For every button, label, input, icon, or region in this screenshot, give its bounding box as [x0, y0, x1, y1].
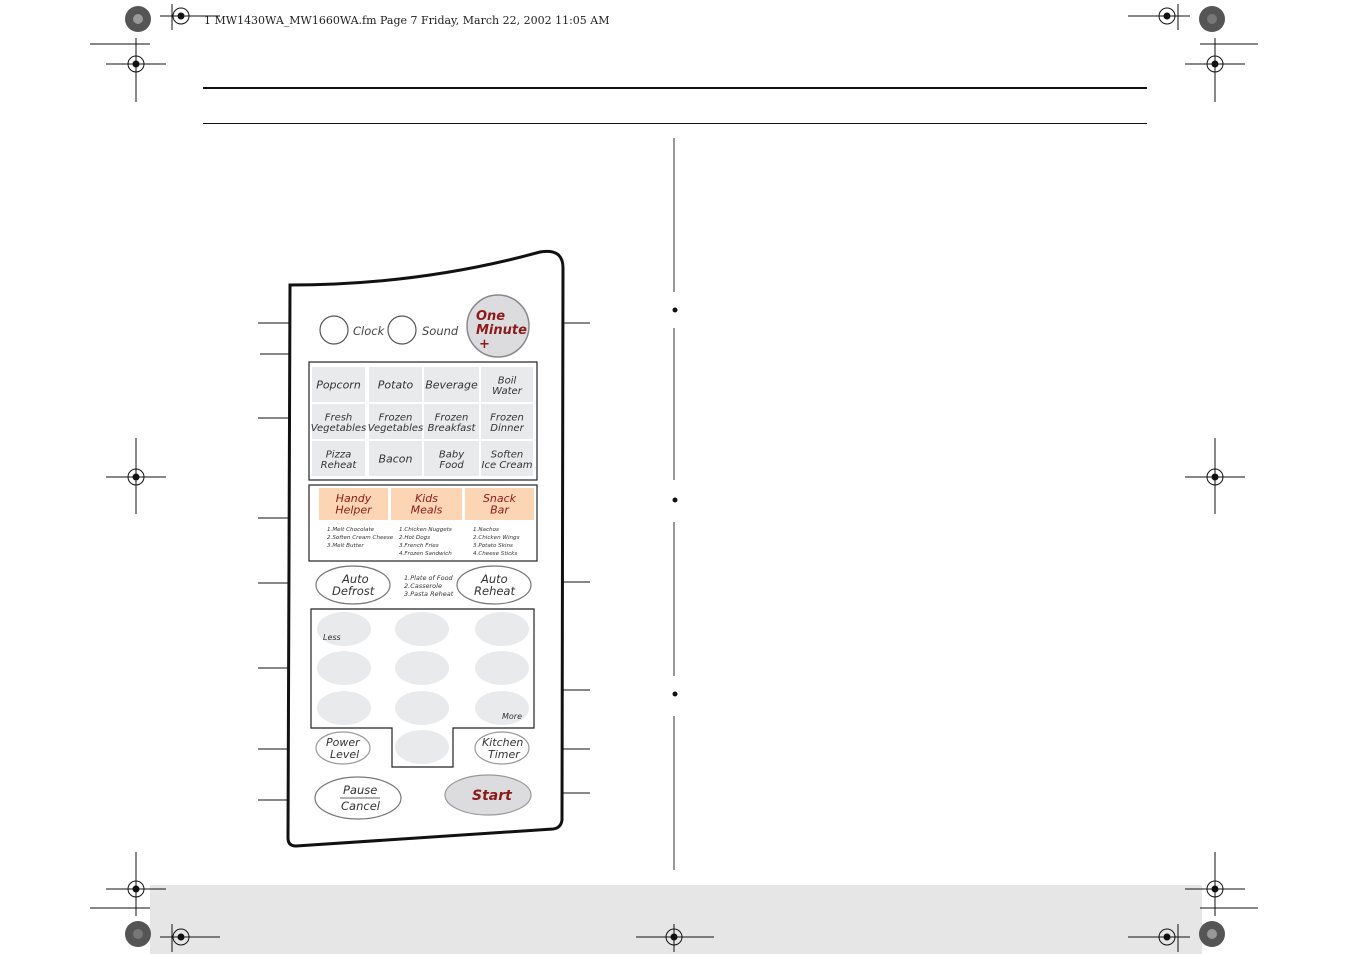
food-key-label: Bacon — [378, 453, 412, 466]
orange-button-label: Helper — [335, 504, 373, 517]
food-key-label: Soften — [491, 449, 523, 460]
food-key-label: Breakfast — [428, 423, 477, 434]
orange-button-item: 2.Hot Dogs — [399, 535, 430, 541]
less-label: Less — [323, 633, 341, 642]
orange-button-label: Meals — [411, 504, 443, 517]
food-key-label: Frozen — [435, 412, 469, 423]
orange-button-item: 3.French Fries — [399, 543, 439, 549]
number-key[interactable] — [475, 651, 529, 685]
number-key[interactable] — [317, 651, 371, 685]
orange-button-item: 2.Soften Cream Cheese — [327, 535, 394, 541]
orange-button-item: 3.Melt Butter — [327, 543, 364, 549]
more-label: More — [502, 712, 522, 721]
food-key-label: Frozen — [379, 412, 413, 423]
food-key-label: Potato — [378, 379, 414, 392]
orange-button-item: 1.Chicken Nuggets — [399, 527, 452, 533]
clock-button[interactable] — [319, 315, 349, 345]
food-key-label: Frozen — [490, 412, 524, 423]
kitchen-timer-label-2: Timer — [488, 748, 521, 761]
food-key-label: Fresh — [325, 412, 353, 423]
one-minute-label-2: Minute — [476, 323, 527, 338]
pause-label: Pause — [343, 783, 377, 797]
food-key-label: Food — [439, 460, 464, 471]
number-key[interactable] — [317, 691, 371, 725]
number-key[interactable] — [395, 651, 449, 685]
orange-button-item: 3.Potato Skins — [473, 543, 513, 549]
food-grid: Popcorn Potato Beverage BoilWaterFreshVeget… — [311, 367, 533, 476]
reheat-item-2: 2.Casserole — [404, 582, 442, 590]
orange-button-label: Bar — [490, 504, 510, 517]
food-key-label: Dinner — [490, 423, 524, 434]
orange-button-item: 2.Chicken Wings — [473, 535, 520, 541]
food-key-label: Popcorn — [316, 379, 361, 392]
number-key[interactable] — [395, 691, 449, 725]
food-key-label: Vegetables — [311, 423, 366, 434]
orange-button-item: 4.Frozen Sandwich — [399, 551, 452, 557]
orange-button-item: 1.Nachos — [473, 527, 499, 533]
food-key-label: Vegetables — [368, 423, 423, 434]
auto-defrost-label-2: Defrost — [332, 584, 375, 598]
number-key[interactable] — [475, 612, 529, 646]
food-key-label: Water — [492, 386, 523, 397]
food-key-label: Baby — [439, 449, 465, 460]
cancel-label: Cancel — [341, 799, 381, 813]
one-minute-label-3: + — [479, 337, 490, 352]
number-key[interactable] — [395, 612, 449, 646]
page-graphics: Clock Sound One Minute + Popcorn Potato Be… — [90, 4, 1258, 952]
column-divider — [672, 138, 678, 870]
clock-label: Clock — [353, 324, 386, 338]
reheat-item-1: 1.Plate of Food — [404, 574, 454, 582]
food-key-label: Reheat — [321, 460, 358, 471]
food-key-label: Ice Cream — [482, 460, 533, 471]
one-minute-label-1: One — [476, 309, 505, 324]
reheat-item-3: 3.Pasta Reheat — [404, 590, 454, 598]
sound-button[interactable] — [387, 315, 417, 345]
sound-label: Sound — [422, 324, 459, 338]
orange-button-item: 1.Melt Chocolate — [327, 527, 375, 533]
food-key-label: Pizza — [326, 449, 351, 460]
auto-reheat-label-2: Reheat — [474, 584, 515, 598]
food-key-label: Beverage — [425, 379, 478, 392]
food-key-label: Boil — [498, 375, 517, 386]
orange-button-item: 4.Cheese Sticks — [473, 551, 517, 557]
number-key[interactable] — [395, 730, 449, 764]
power-level-label-2: Level — [330, 748, 359, 761]
start-label: Start — [472, 788, 513, 804]
